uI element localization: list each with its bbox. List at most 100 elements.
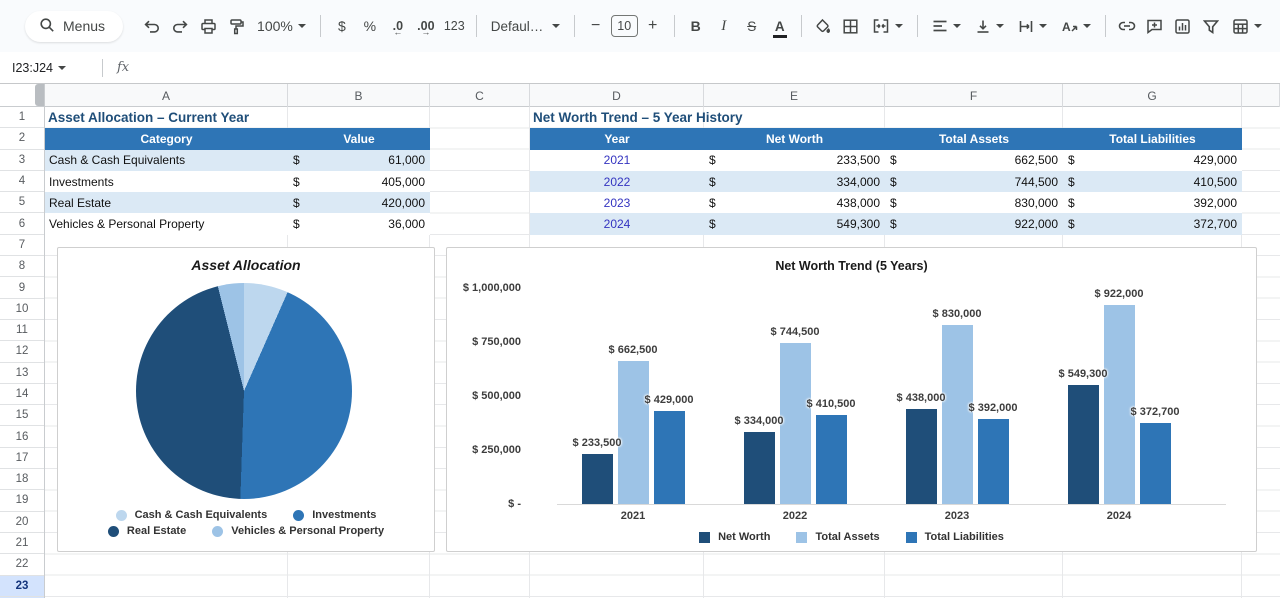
bar-net-worth-2024 [1068, 385, 1099, 504]
row-header-5[interactable]: 5 [0, 192, 44, 213]
row-header-8[interactable]: 8 [0, 256, 44, 277]
legend-label: Net Worth [718, 531, 770, 543]
money-cell: $372,700 [1063, 213, 1242, 234]
table-row[interactable]: Real Estate$420,000 [45, 192, 430, 213]
merge-cells-button[interactable] [866, 12, 909, 40]
chevron-down-icon [1083, 24, 1091, 28]
column-header-G[interactable]: G [1063, 84, 1242, 107]
insert-chart-button[interactable] [1170, 12, 1196, 40]
strikethrough-button[interactable]: S [739, 12, 765, 40]
row-header-7[interactable]: 7 [0, 235, 44, 256]
legend-item: Total Assets [796, 531, 879, 543]
insert-link-button[interactable] [1114, 12, 1140, 40]
format-currency-button[interactable]: $ [329, 12, 355, 40]
paint-format-icon[interactable] [223, 12, 249, 40]
row-header-10[interactable]: 10 [0, 299, 44, 320]
undo-button[interactable] [139, 12, 165, 40]
row-header-6[interactable]: 6 [0, 213, 44, 234]
column-header-F[interactable]: F [885, 84, 1063, 107]
table-row[interactable]: 2023$438,000$830,000$392,000 [530, 192, 1242, 213]
italic-button[interactable]: I [711, 12, 737, 40]
create-filter-button[interactable] [1198, 12, 1224, 40]
legend-item: Real Estate [108, 525, 186, 537]
table-row[interactable]: Cash & Cash Equivalents$61,000 [45, 150, 430, 171]
bar-net-worth-2021 [582, 454, 613, 504]
table-row[interactable]: 2024$549,300$922,000$372,700 [530, 213, 1242, 234]
redo-button[interactable] [167, 12, 193, 40]
year-cell: 2023 [530, 192, 704, 213]
text-wrap-button[interactable] [1012, 12, 1053, 40]
money-cell: $392,000 [1063, 192, 1242, 213]
pie-legend: Cash & Cash EquivalentsInvestmentsReal E… [66, 509, 426, 537]
y-axis-tick: $ 500,000 [455, 390, 521, 402]
table-row[interactable]: 2021$233,500$662,500$429,000 [530, 150, 1242, 171]
text-rotation-button[interactable]: A [1055, 12, 1097, 40]
svg-text:A: A [1062, 20, 1071, 34]
increase-font-size-button[interactable]: + [640, 12, 666, 40]
row-header-14[interactable]: 14 [0, 384, 44, 405]
select-all-corner[interactable] [0, 84, 45, 107]
category-cell: Cash & Cash Equivalents [45, 150, 288, 171]
x-axis-category: 2021 [578, 510, 688, 522]
bar-data-label: $ 549,300 [1028, 368, 1138, 380]
net-worth-bar-chart[interactable]: Net Worth Trend (5 Years)$ 1,000,000$ 75… [446, 247, 1257, 552]
sheet-grid[interactable]: Asset Allocation – Current YearCategoryV… [45, 107, 1280, 598]
pie [136, 283, 352, 499]
name-box[interactable]: I23:J24 [0, 61, 96, 75]
row-header-19[interactable]: 19 [0, 490, 44, 511]
table-row[interactable]: Vehicles & Personal Property$36,000 [45, 213, 430, 234]
font-select[interactable]: Defaul… [485, 12, 566, 40]
font-size-input[interactable]: 10 [611, 15, 638, 37]
vertical-align-button[interactable] [969, 12, 1010, 40]
row-header-4[interactable]: 4 [0, 171, 44, 192]
chevron-down-icon [953, 24, 961, 28]
table-views-button[interactable] [1226, 12, 1268, 40]
fill-color-button[interactable] [810, 12, 836, 40]
zoom-select[interactable]: 100% [251, 12, 312, 40]
decrease-font-size-button[interactable]: − [583, 12, 609, 40]
row-header-2[interactable]: 2 [0, 128, 44, 149]
bold-button[interactable]: B [683, 12, 709, 40]
print-icon[interactable] [195, 12, 221, 40]
bar-net-worth-2022 [744, 432, 775, 504]
asset-allocation-table: CategoryValueCash & Cash Equivalents$61,… [45, 128, 430, 234]
menus-search-button[interactable]: Menus [25, 11, 123, 42]
row-header-22[interactable]: 22 [0, 554, 44, 575]
row-header-15[interactable]: 15 [0, 405, 44, 426]
row-header-16[interactable]: 16 [0, 426, 44, 447]
row-header-13[interactable]: 13 [0, 363, 44, 384]
table-row[interactable]: 2022$334,000$744,500$410,500 [530, 171, 1242, 192]
row-header-20[interactable]: 20 [0, 512, 44, 533]
money-cell: $410,500 [1063, 171, 1242, 192]
row-header-12[interactable]: 12 [0, 341, 44, 362]
column-header-partial[interactable] [1242, 84, 1280, 107]
asset-allocation-pie-chart[interactable]: Asset AllocationCash & Cash EquivalentsI… [57, 247, 435, 552]
row-header-9[interactable]: 9 [0, 277, 44, 298]
row-header-23[interactable]: 23 [0, 576, 44, 597]
row-header-17[interactable]: 17 [0, 448, 44, 469]
row-header-3[interactable]: 3 [0, 150, 44, 171]
row-header-21[interactable]: 21 [0, 533, 44, 554]
row-header-18[interactable]: 18 [0, 469, 44, 490]
decrease-decimal-button[interactable]: .0← [385, 12, 411, 40]
column-header-B[interactable]: B [288, 84, 430, 107]
spreadsheet-app: Menus 100% $ % .0← .00→ 123 [0, 0, 1280, 598]
value-cell: $405,000 [288, 171, 430, 192]
row-header-1[interactable]: 1 [0, 107, 44, 128]
text-color-button[interactable]: A [767, 12, 793, 40]
chevron-down-icon [1254, 24, 1262, 28]
increase-decimal-button[interactable]: .00→ [413, 12, 439, 40]
column-header-A[interactable]: A [45, 84, 288, 107]
insert-comment-button[interactable] [1142, 12, 1168, 40]
column-header-E[interactable]: E [704, 84, 885, 107]
column-header-D[interactable]: D [530, 84, 704, 107]
format-percent-button[interactable]: % [357, 12, 383, 40]
more-formats-button[interactable]: 123 [441, 12, 468, 40]
row-header-11[interactable]: 11 [0, 320, 44, 341]
search-icon [39, 17, 55, 36]
table-row[interactable]: Investments$405,000 [45, 171, 430, 192]
borders-button[interactable] [838, 12, 864, 40]
legend-label: Vehicles & Personal Property [231, 525, 384, 537]
column-header-C[interactable]: C [430, 84, 530, 107]
horizontal-align-button[interactable] [926, 12, 967, 40]
